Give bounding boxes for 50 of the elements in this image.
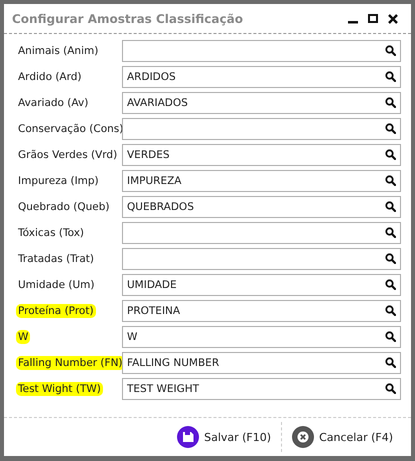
cancel-icon: [292, 426, 314, 448]
minimize-icon: [348, 20, 358, 24]
field-label: Tratadas (Trat): [17, 252, 96, 266]
lookup-field[interactable]: FALLING NUMBER: [122, 352, 401, 374]
lookup-field[interactable]: W: [122, 326, 401, 348]
search-icon[interactable]: [385, 71, 396, 82]
field-label: Ardido (Ard): [17, 70, 82, 84]
lookup-field[interactable]: [122, 40, 401, 62]
search-icon[interactable]: [385, 331, 396, 342]
field-label: Test Wight (TW): [16, 382, 103, 396]
window-title: Configurar Amostras Classificação: [12, 12, 244, 26]
field-label: W: [16, 330, 30, 344]
field-label: Conservação (Cons): [17, 122, 124, 136]
search-icon[interactable]: [385, 123, 396, 134]
lookup-field[interactable]: UMIDADE: [122, 274, 401, 296]
lookup-field[interactable]: PROTEINA: [122, 300, 401, 322]
search-icon[interactable]: [385, 357, 396, 368]
close-icon: [388, 14, 398, 24]
lookup-field[interactable]: TEST WEIGHT: [122, 378, 401, 400]
field-label: Tóxicas (Tox): [17, 226, 86, 240]
search-icon[interactable]: [385, 383, 396, 394]
search-icon[interactable]: [385, 45, 396, 56]
search-icon[interactable]: [385, 201, 396, 212]
lookup-field[interactable]: [122, 222, 401, 244]
field-label: Umidade (Um): [17, 278, 96, 292]
lookup-field[interactable]: ARDIDOS: [122, 66, 401, 88]
lookup-field[interactable]: [122, 118, 401, 140]
cancel-button[interactable]: Cancelar (F4): [281, 422, 403, 452]
field-label: Quebrado (Queb): [17, 200, 110, 214]
lookup-field[interactable]: [122, 248, 401, 270]
search-icon[interactable]: [385, 305, 396, 316]
field-label: Avariado (Av): [17, 96, 90, 110]
field-label: Animais (Anim): [17, 44, 100, 58]
field-label: Grãos Verdes (Vrd): [17, 148, 118, 162]
search-icon[interactable]: [385, 149, 396, 160]
search-icon[interactable]: [385, 253, 396, 264]
lookup-field[interactable]: VERDES: [122, 144, 401, 166]
lookup-field[interactable]: AVARIADOS: [122, 92, 401, 114]
floppy-disk-icon: [177, 426, 200, 448]
search-icon[interactable]: [385, 227, 396, 238]
save-button[interactable]: Salvar (F10): [167, 422, 282, 452]
search-icon[interactable]: [385, 175, 396, 186]
field-label: Falling Number (FN): [16, 356, 125, 370]
search-icon[interactable]: [385, 97, 396, 108]
search-icon[interactable]: [385, 279, 396, 290]
maximize-icon: [368, 14, 378, 23]
field-label: Impureza (Imp): [17, 174, 100, 188]
field-label: Proteína (Prot): [16, 304, 96, 318]
lookup-field[interactable]: QUEBRADOS: [122, 196, 401, 218]
lookup-field[interactable]: IMPUREZA: [122, 170, 401, 192]
